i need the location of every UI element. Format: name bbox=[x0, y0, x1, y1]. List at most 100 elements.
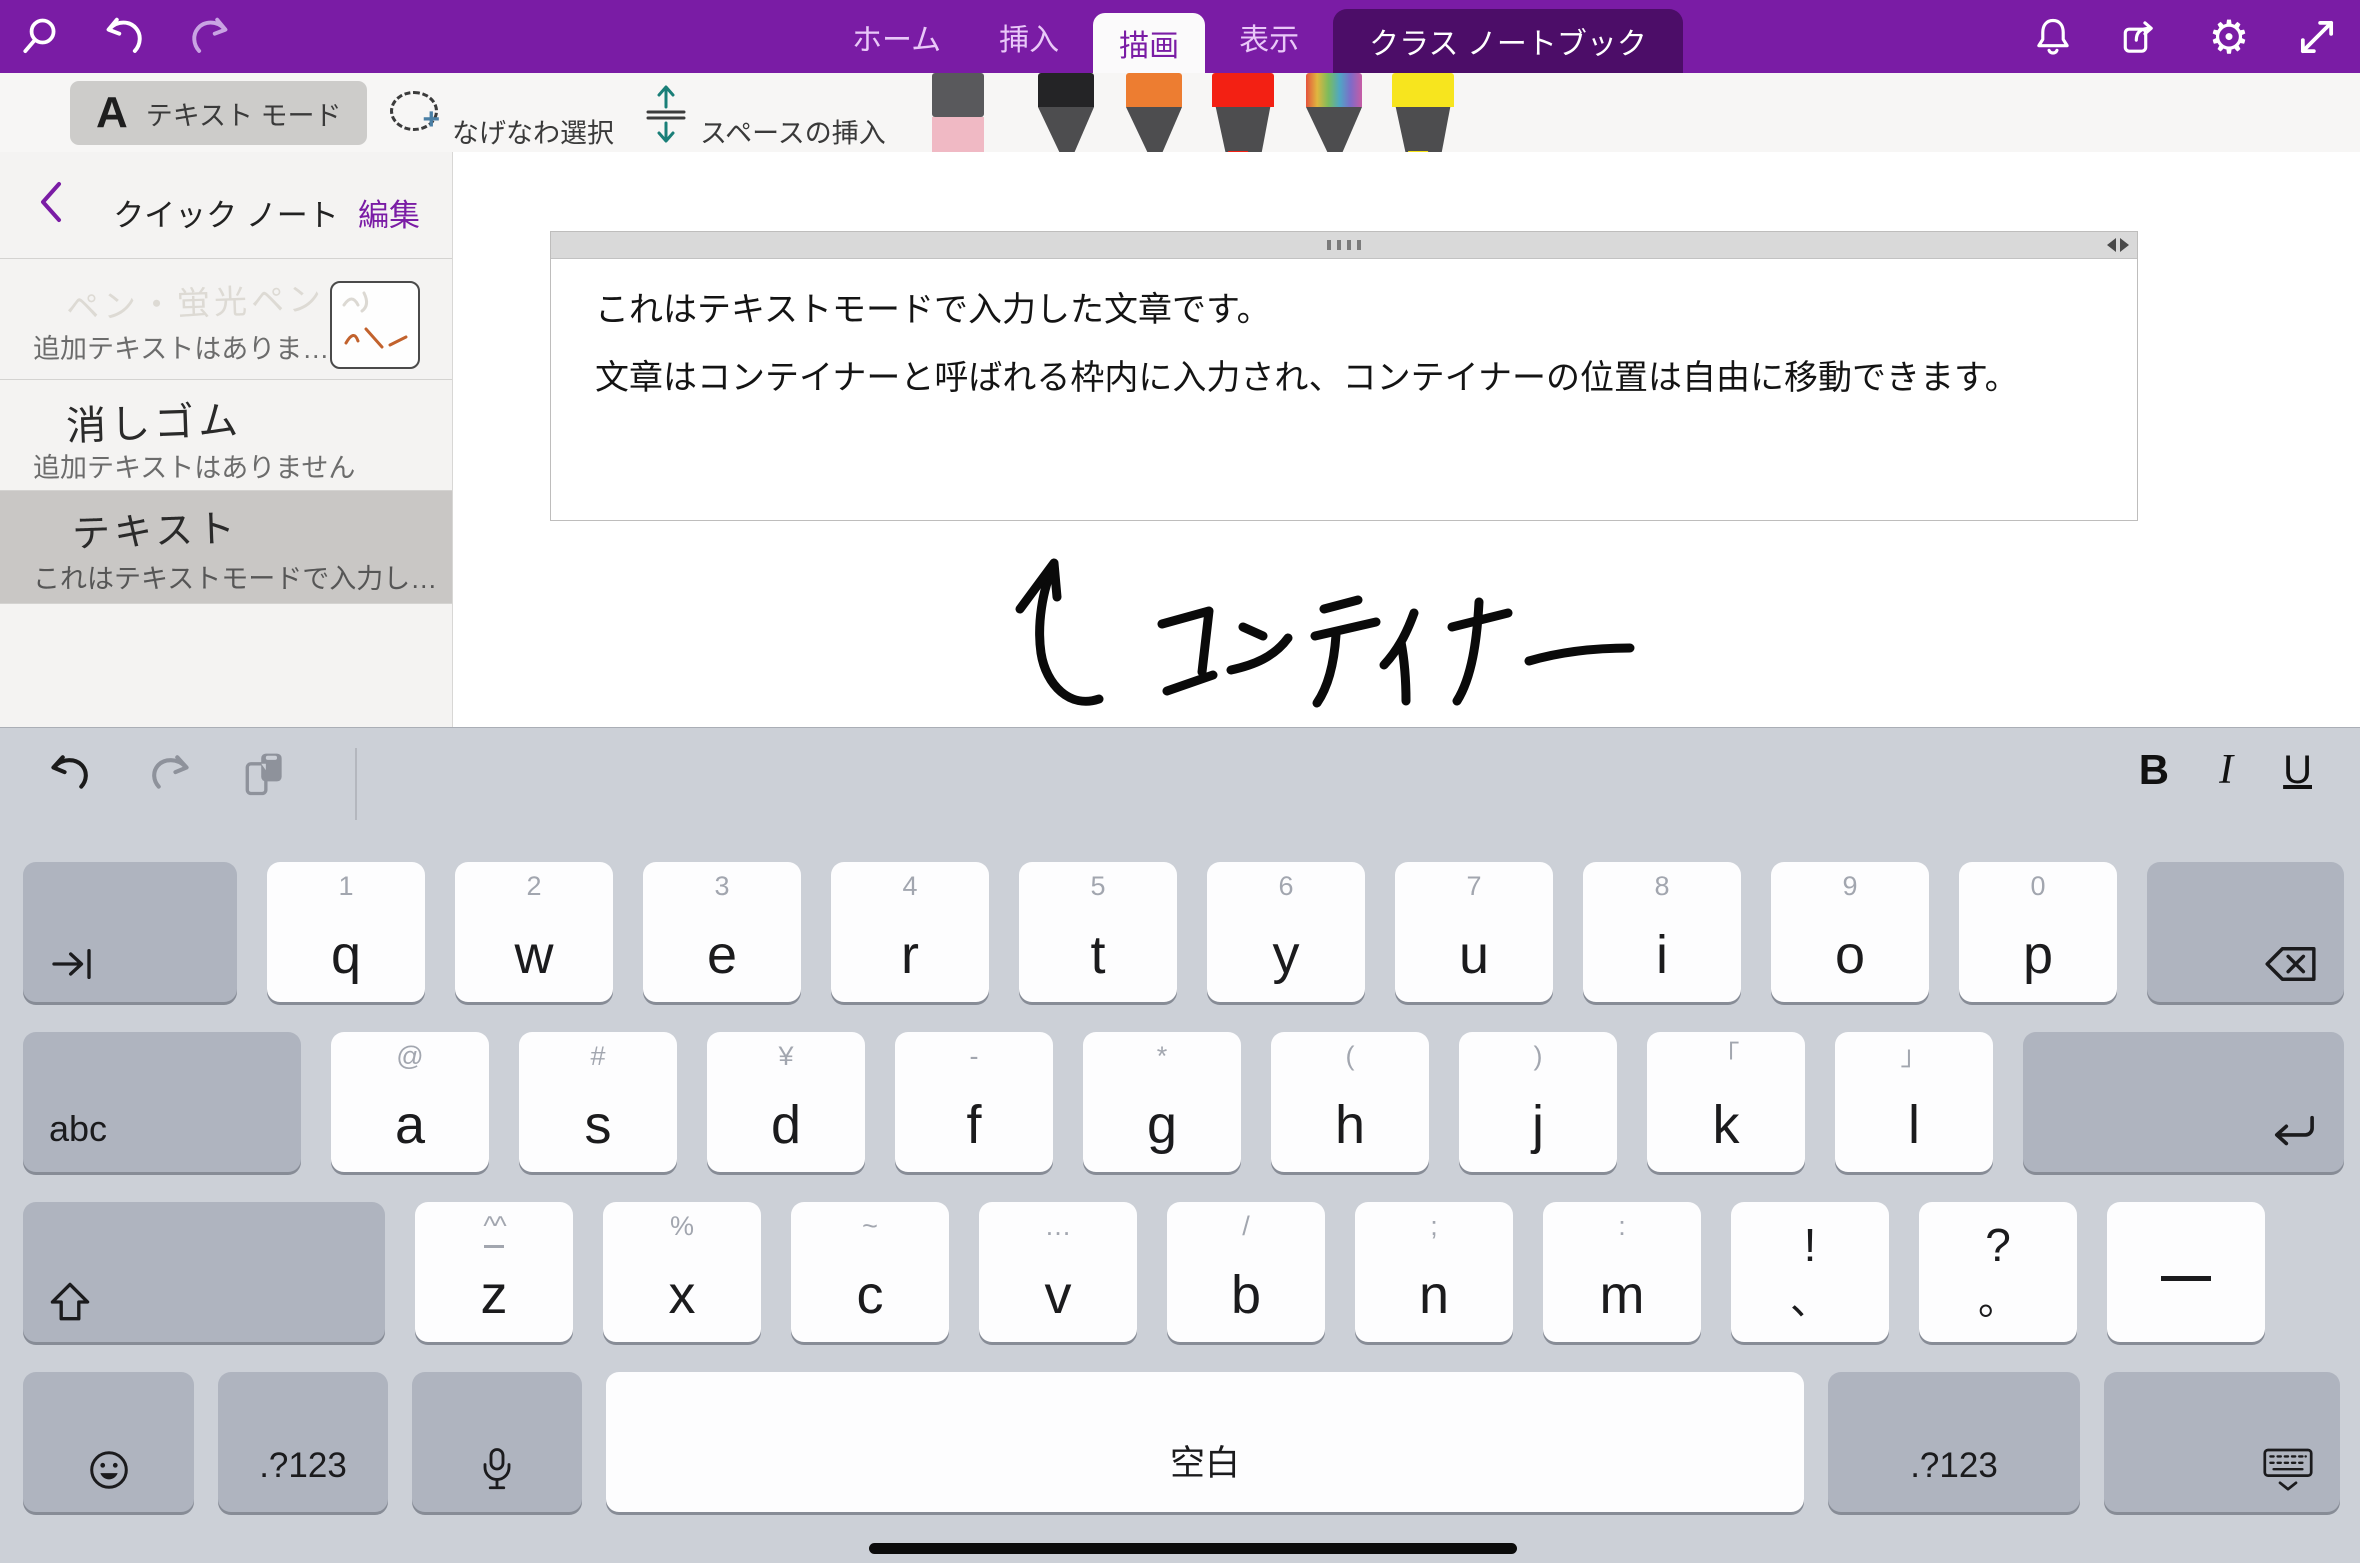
bold-button[interactable]: B bbox=[2139, 746, 2169, 794]
numbers-key-right[interactable]: .?123 bbox=[1828, 1372, 2080, 1512]
kb-undo-icon[interactable] bbox=[46, 748, 98, 800]
key-a[interactable]: @a bbox=[331, 1032, 489, 1172]
key-n[interactable]: ;n bbox=[1355, 1202, 1513, 1342]
key-m[interactable]: :m bbox=[1543, 1202, 1701, 1342]
tab-view[interactable]: 表示 bbox=[1215, 15, 1323, 59]
lasso-select-label[interactable]: なげなわ選択 bbox=[452, 112, 614, 151]
ink-annotation bbox=[1000, 545, 1660, 715]
key-w[interactable]: 2w bbox=[455, 862, 613, 1002]
text-mode-label: テキスト モード bbox=[146, 94, 342, 133]
page-list-item-eraser[interactable]: 消しゴム 追加テキストはありません bbox=[0, 380, 452, 490]
key-s[interactable]: #s bbox=[519, 1032, 677, 1172]
key-q[interactable]: 1q bbox=[267, 862, 425, 1002]
kb-paste-icon[interactable] bbox=[238, 748, 290, 800]
key-x[interactable]: %x bbox=[603, 1202, 761, 1342]
tab-class-notebook[interactable]: クラス ノートブック bbox=[1333, 9, 1683, 73]
backspace-key[interactable] bbox=[2147, 862, 2344, 1002]
return-icon bbox=[2266, 1112, 2320, 1154]
onenote-app-window: ホーム 挿入 描画 表示 クラス ノートブック ⚙ bbox=[0, 0, 2360, 1563]
gear-icon[interactable]: ⚙ bbox=[2206, 14, 2252, 60]
page-title-handwritten: テキスト bbox=[71, 497, 240, 558]
dismiss-keyboard-key[interactable] bbox=[2104, 1372, 2340, 1512]
page-thumbnail bbox=[330, 281, 420, 369]
keyboard-dismiss-icon bbox=[2260, 1446, 2316, 1494]
page-subtitle: これはテキストモードで入力し… bbox=[33, 557, 437, 596]
home-indicator[interactable] bbox=[869, 1543, 1517, 1554]
key-p[interactable]: 0p bbox=[1959, 862, 2117, 1002]
shift-key[interactable] bbox=[23, 1202, 385, 1342]
ribbon-tabs: ホーム 挿入 描画 表示 クラス ノートブック bbox=[828, 0, 1683, 73]
key-i[interactable]: 8i bbox=[1583, 862, 1741, 1002]
key-c[interactable]: ~c bbox=[791, 1202, 949, 1342]
tab-insert[interactable]: 挿入 bbox=[975, 15, 1083, 59]
numbers-key-left[interactable]: .?123 bbox=[218, 1372, 388, 1512]
key-question-period[interactable]: ?。 bbox=[1919, 1202, 2077, 1342]
key-d[interactable]: ¥d bbox=[707, 1032, 865, 1172]
text-line: 文章はコンテイナーと呼ばれる枠内に入力され、コンテイナーの位置は自由に移動できま… bbox=[595, 344, 2097, 412]
page-title-handwritten: 消しゴム bbox=[65, 388, 243, 452]
move-handle-dots-icon bbox=[1327, 240, 1361, 250]
key-u[interactable]: 7u bbox=[1395, 862, 1553, 1002]
tab-home[interactable]: ホーム bbox=[828, 15, 965, 59]
backspace-icon bbox=[2262, 944, 2320, 984]
container-move-handle[interactable] bbox=[551, 232, 2137, 259]
key-j[interactable]: )j bbox=[1459, 1032, 1617, 1172]
container-text[interactable]: これはテキストモードで入力した文章です。 文章はコンテイナーと呼ばれる枠内に入力… bbox=[595, 276, 2097, 412]
insert-space-icon[interactable] bbox=[640, 83, 692, 145]
italic-button[interactable]: I bbox=[2219, 746, 2233, 794]
key-exclaim-comma[interactable]: !、 bbox=[1731, 1202, 1889, 1342]
key-v[interactable]: …v bbox=[979, 1202, 1137, 1342]
key-g[interactable]: *g bbox=[1083, 1032, 1241, 1172]
key-f[interactable]: -f bbox=[895, 1032, 1053, 1172]
text-container[interactable]: これはテキストモードで入力した文章です。 文章はコンテイナーと呼ばれる枠内に入力… bbox=[550, 231, 2138, 521]
text-mode-button[interactable]: A テキスト モード bbox=[70, 81, 367, 145]
key-k[interactable]: 「k bbox=[1647, 1032, 1805, 1172]
dictation-key[interactable] bbox=[412, 1372, 582, 1512]
key-e[interactable]: 3e bbox=[643, 862, 801, 1002]
insert-space-label[interactable]: スペースの挿入 bbox=[700, 112, 886, 151]
emoji-key[interactable] bbox=[23, 1372, 194, 1512]
sidebar-header: クイック ノート 編集 bbox=[0, 152, 452, 258]
bell-icon[interactable] bbox=[2030, 14, 2076, 60]
abc-key[interactable]: abc bbox=[23, 1032, 301, 1172]
underline-button[interactable]: U bbox=[2283, 748, 2312, 793]
key-b[interactable]: /b bbox=[1167, 1202, 1325, 1342]
tab-key[interactable] bbox=[23, 862, 237, 1002]
return-key[interactable] bbox=[2023, 1032, 2344, 1172]
key-r[interactable]: 4r bbox=[831, 862, 989, 1002]
virtual-keyboard: B I U 1q 2w 3e 4r 5t 6y 7u 8i 9o 0p bbox=[0, 727, 2360, 1563]
page-list-item-text[interactable]: テキスト これはテキストモードで入力し… bbox=[0, 491, 452, 603]
emoji-icon bbox=[23, 1448, 194, 1492]
redo-icon[interactable] bbox=[186, 14, 232, 60]
page-list-sidebar: クイック ノート 編集 ペン・蛍光ペン 追加テキストはありま… 消しゴム 追加テ… bbox=[0, 152, 453, 727]
key-l[interactable]: 」l bbox=[1835, 1032, 1993, 1172]
search-icon[interactable] bbox=[18, 14, 64, 60]
page-title-handwritten: ペン・蛍光ペン bbox=[65, 272, 326, 329]
top-app-bar: ホーム 挿入 描画 表示 クラス ノートブック ⚙ bbox=[0, 0, 2360, 73]
space-key[interactable]: 空白 bbox=[606, 1372, 1804, 1512]
key-dash[interactable]: — bbox=[2107, 1202, 2265, 1342]
share-icon[interactable] bbox=[2118, 14, 2164, 60]
key-h[interactable]: (h bbox=[1271, 1032, 1429, 1172]
page-subtitle: 追加テキストはありま… bbox=[33, 327, 329, 366]
note-canvas[interactable]: これはテキストモードで入力した文章です。 文章はコンテイナーと呼ばれる枠内に入力… bbox=[453, 152, 2360, 727]
key-o[interactable]: 9o bbox=[1771, 862, 1929, 1002]
microphone-icon bbox=[412, 1446, 582, 1492]
page-list-item-pen[interactable]: ペン・蛍光ペン 追加テキストはありま… bbox=[0, 259, 452, 379]
lasso-select-icon[interactable]: + bbox=[388, 89, 440, 133]
expand-icon[interactable] bbox=[2294, 14, 2340, 60]
tab-icon bbox=[47, 944, 101, 984]
divider bbox=[355, 748, 357, 820]
undo-icon[interactable] bbox=[102, 14, 148, 60]
key-t[interactable]: 5t bbox=[1019, 862, 1177, 1002]
kb-redo-icon[interactable] bbox=[142, 748, 194, 800]
key-z[interactable]: ^^z bbox=[415, 1202, 573, 1342]
eraser-tool[interactable] bbox=[932, 73, 984, 161]
key-y[interactable]: 6y bbox=[1207, 862, 1365, 1002]
shift-icon bbox=[47, 1280, 93, 1324]
container-resize-icon[interactable] bbox=[2107, 238, 2129, 252]
edit-button[interactable]: 編集 bbox=[358, 190, 420, 235]
text-mode-icon: A bbox=[96, 88, 128, 138]
tab-draw[interactable]: 描画 bbox=[1093, 13, 1205, 73]
text-line: これはテキストモードで入力した文章です。 bbox=[595, 276, 2097, 344]
